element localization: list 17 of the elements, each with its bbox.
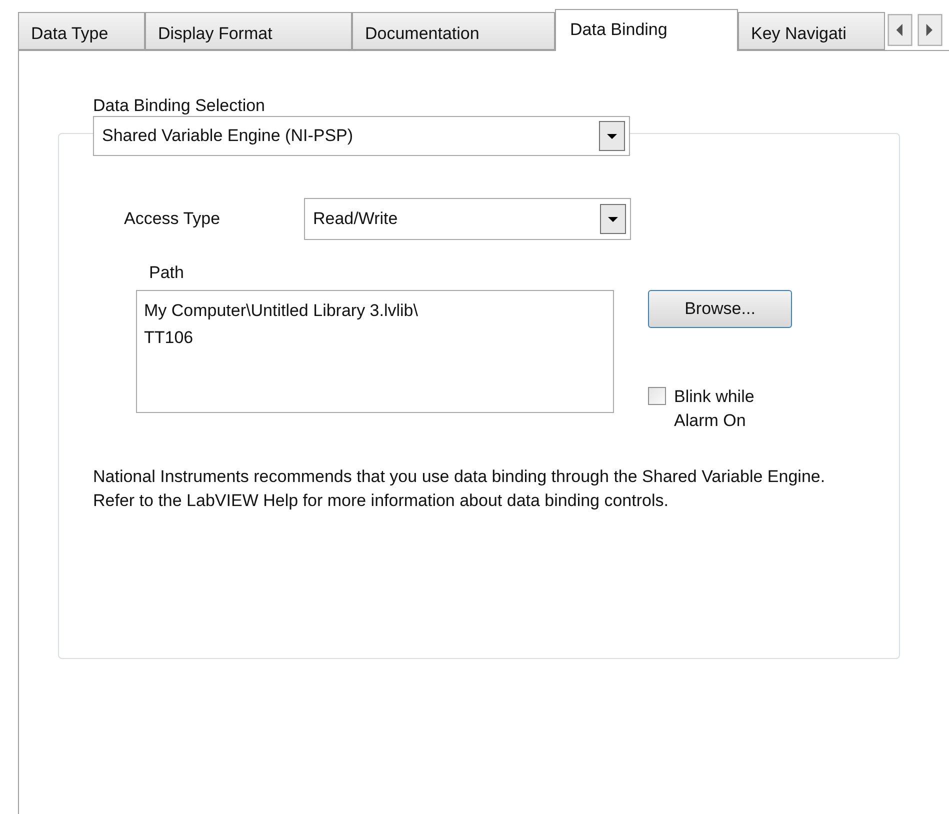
tab[interactable]: Data Type <box>18 12 145 50</box>
tab[interactable]: Display Format <box>145 12 352 50</box>
browse-button[interactable]: Browse... <box>648 290 792 328</box>
checkbox-label: Blink while Alarm On <box>674 386 754 432</box>
tab[interactable]: Key Navigati <box>738 12 885 50</box>
access-type-dropdown[interactable]: Read/Write <box>304 198 631 240</box>
field-label: Data Binding Selection <box>93 95 266 117</box>
field-label: Access Type <box>124 208 222 230</box>
note-text: National Instruments recommends that you use data binding through the Shared Variable Engine. Refer to the LabVIEW Help for more information about data binding controls. <box>93 466 826 512</box>
field-label: Path <box>149 263 184 282</box>
checkbox[interactable] <box>648 386 666 404</box>
scroll-left-icon[interactable] <box>885 14 915 46</box>
data-binding-dropdown[interactable]: Shared Variable Engine (NI-PSP) <box>93 116 630 156</box>
tab[interactable]: Data Binding <box>555 9 738 51</box>
path-field[interactable]: My Computer\Untitled Library 3.lvlib\ TT106 <box>136 290 614 412</box>
tab[interactable]: Documentation <box>352 12 555 50</box>
scroll-right-icon[interactable] <box>915 14 945 46</box>
